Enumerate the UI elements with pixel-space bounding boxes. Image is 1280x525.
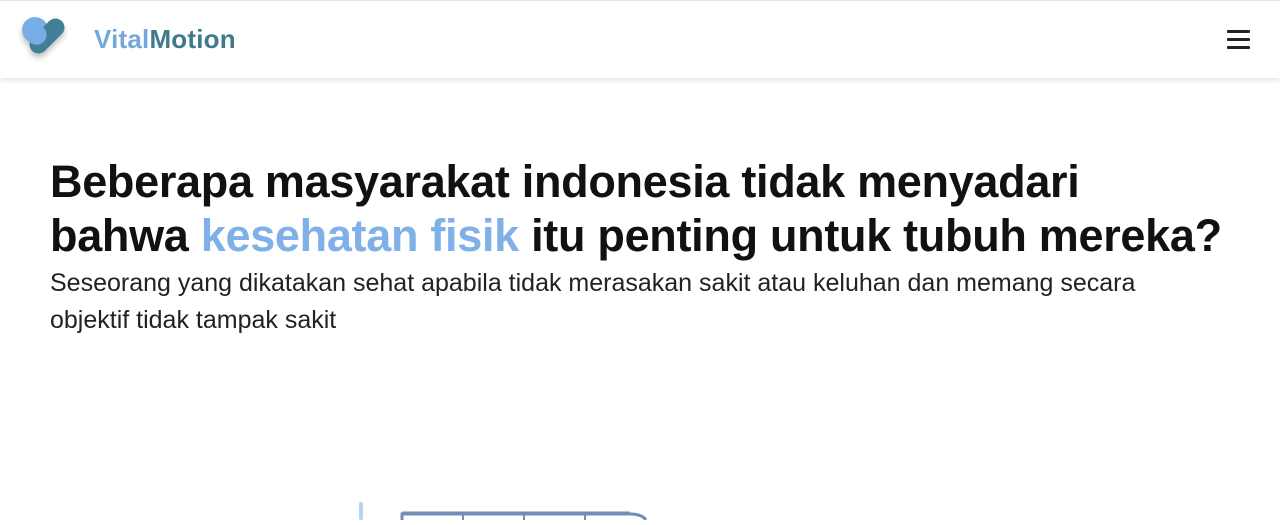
hero-section: Beberapa masyarakat indonesia tidak meny… [50,155,1250,339]
brand-name-part2: Motion [149,24,236,54]
heart-logo-icon[interactable] [18,11,80,63]
brand-name-part1: Vital [94,24,150,54]
menu-bar-bottom [1227,46,1250,49]
headline-line1: Beberapa masyarakat indonesia tidak meny… [50,156,1080,207]
hero-subtext: Seseorang yang dikatakan sehat apabila t… [50,269,1136,334]
hero-headline: Beberapa masyarakat indonesia tidak meny… [50,155,1250,263]
menu-bar-top [1227,30,1250,33]
top-navbar: VitalMotion [0,0,1280,78]
headline-after: itu penting untuk tubuh mereka? [518,210,1222,261]
menu-bar-middle [1227,38,1250,41]
headline-highlight: kesehatan fisik [200,210,519,261]
headline-before: bahwa [50,210,201,261]
hero-illustration [350,496,660,521]
hamburger-menu-icon[interactable] [1222,25,1256,55]
brand-name[interactable]: VitalMotion [94,23,236,55]
